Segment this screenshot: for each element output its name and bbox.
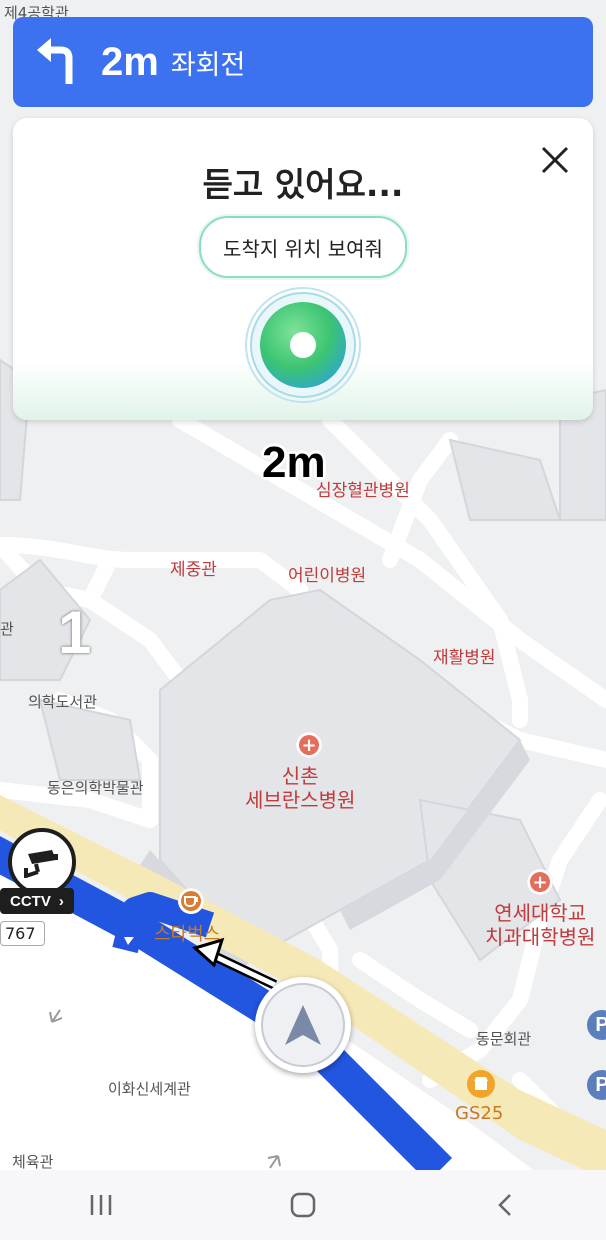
system-navigation-bar	[0, 1170, 606, 1240]
label-severance-hospital[interactable]: 신촌 세브란스병원	[245, 764, 355, 812]
label-cardiovascular-hospital[interactable]: 심장혈관병원	[316, 476, 410, 501]
label-gs25[interactable]: GS25	[455, 1103, 503, 1124]
dental-line2: 치과대학병원	[485, 925, 596, 949]
back-icon	[498, 1194, 511, 1216]
convenience-store-pin-icon[interactable]	[467, 1070, 495, 1098]
label-jejung-hall[interactable]: 제중관	[170, 555, 217, 580]
navigation-arrow-icon	[285, 1005, 321, 1045]
microphone-orb-icon[interactable]	[244, 286, 362, 404]
turn-left-arrow-icon	[37, 38, 73, 84]
distance-overlay: 2m	[262, 438, 326, 487]
label-starbucks[interactable]: 스타벅스	[154, 920, 220, 946]
current-position-marker[interactable]	[255, 977, 351, 1073]
label-dental-hospital[interactable]: 연세대학교 치과대학병원	[485, 901, 595, 949]
label-medical-library[interactable]: 의학도서관	[28, 691, 97, 712]
cafe-pin-icon[interactable]	[178, 888, 204, 914]
severance-line2: 세브란스병원	[245, 788, 356, 812]
chevron-right-icon: ›	[58, 892, 64, 910]
recent-apps-button[interactable]	[71, 1180, 131, 1230]
recent-apps-icon	[90, 1195, 112, 1215]
turn-instruction-banner[interactable]: 2m 좌회전	[13, 17, 593, 107]
label-rehab-hospital[interactable]: 재활병원	[433, 643, 496, 668]
voice-suggestion-chip[interactable]: 도착지 위치 보여줘	[199, 216, 407, 278]
back-button[interactable]	[475, 1180, 535, 1230]
label-ewha-sinsegye-hall[interactable]: 이화신세계관	[108, 1078, 191, 1099]
label-dongeun-museum[interactable]: 동은의학박물관	[47, 777, 144, 798]
close-icon	[541, 146, 569, 174]
severance-line1: 신촌	[281, 764, 319, 788]
cctv-camera-icon	[8, 828, 76, 896]
lane-number-marker: 1	[58, 599, 92, 666]
voice-assistant-panel: 듣고 있어요... 도착지 위치 보여줘	[13, 118, 593, 420]
cctv-marker[interactable]	[8, 828, 80, 896]
label-childrens-hospital[interactable]: 어린이병원	[288, 561, 366, 586]
close-button[interactable]	[535, 140, 575, 180]
hospital-pin-icon[interactable]: +	[296, 732, 322, 758]
home-icon	[290, 1192, 316, 1218]
road-number-label: 767	[0, 921, 45, 946]
position-arrow-container	[261, 983, 345, 1067]
dental-line1: 연세대학교	[494, 901, 587, 925]
turn-distance: 2m	[101, 39, 159, 84]
home-button[interactable]	[273, 1180, 333, 1230]
dental-hospital-pin-icon[interactable]: +	[527, 869, 553, 895]
label-hall-left-edge: 관	[0, 620, 14, 638]
cctv-label: CCTV	[10, 892, 51, 910]
label-gymnasium[interactable]: 체육관	[12, 1151, 53, 1172]
label-dongmun-hall[interactable]: 동문회관	[476, 1028, 531, 1049]
listening-title: 듣고 있어요...	[202, 165, 404, 204]
cctv-badge[interactable]: CCTV ›	[0, 888, 74, 914]
turn-direction: 좌회전	[170, 49, 246, 81]
